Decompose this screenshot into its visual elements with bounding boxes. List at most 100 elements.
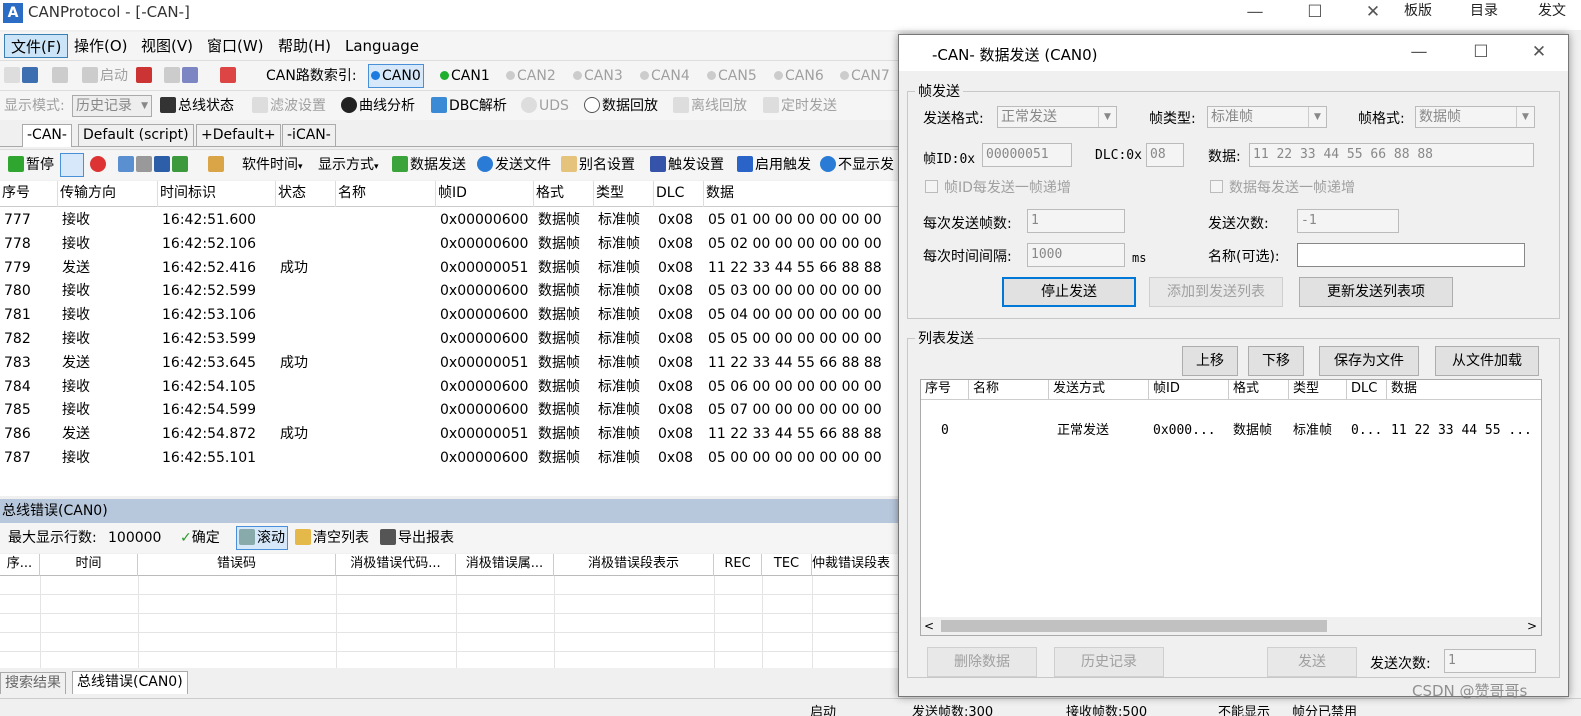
no-display-button[interactable]: 不显示发 xyxy=(820,155,894,175)
dialog-close-icon[interactable]: ✕ xyxy=(1519,40,1559,64)
menu-operate[interactable]: 操作(O) xyxy=(68,34,134,58)
pause-button[interactable]: 暂停 xyxy=(8,155,54,175)
channel-can4[interactable]: CAN4 xyxy=(640,66,690,86)
close-icon[interactable]: ✕ xyxy=(1353,0,1393,24)
column-header[interactable]: REC xyxy=(714,554,762,576)
alias-button[interactable]: 别名设置 xyxy=(561,155,635,175)
menu-window[interactable]: 窗口(W) xyxy=(201,34,270,58)
column-header[interactable]: 消极错误代码... xyxy=(336,554,456,576)
copy-icon[interactable] xyxy=(118,156,134,172)
package-icon[interactable] xyxy=(208,156,224,172)
name-input[interactable] xyxy=(1297,243,1525,267)
menu-file[interactable]: 文件(F) xyxy=(4,34,69,58)
curve-analysis-button[interactable]: 曲线分析 xyxy=(341,96,415,116)
update-list-item-button[interactable]: 更新发送列表项 xyxy=(1299,277,1453,307)
save-to-file-button[interactable]: 保存为文件 xyxy=(1319,346,1419,376)
table-row[interactable]: 779 发送 16:42:52.416 成功 0x00000051 数据帧 标准帧 0x08 1… xyxy=(0,256,900,280)
dialog-minimize-icon[interactable]: — xyxy=(1399,40,1439,64)
scroll-left-icon[interactable]: < xyxy=(924,619,934,633)
minimize-icon[interactable]: — xyxy=(1235,0,1275,24)
data-input[interactable]: 11 22 33 44 55 66 88 88 xyxy=(1249,143,1534,167)
list-column-header[interactable]: DLC xyxy=(1347,380,1387,400)
software-time-dropdown[interactable]: 软件时间▾ xyxy=(242,155,303,175)
channel-can6[interactable]: CAN6 xyxy=(774,66,824,86)
list-column-header[interactable]: 名称 xyxy=(969,380,1049,400)
table-row[interactable]: 780 接收 16:42:52.599 0x00000600 数据帧 标准帧 0x08 05 … xyxy=(0,279,900,303)
send-format-select[interactable]: 正常发送 ▼ xyxy=(997,106,1117,128)
new-icon[interactable] xyxy=(4,67,20,83)
channel-can5[interactable]: CAN5 xyxy=(707,66,757,86)
timed-send-button[interactable]: 定时发送 xyxy=(763,96,837,116)
data-replay-button[interactable]: 数据回放 xyxy=(584,96,658,116)
menu-view[interactable]: 视图(V) xyxy=(135,34,199,58)
person-icon[interactable] xyxy=(136,67,152,83)
column-header[interactable]: 时间 xyxy=(40,554,138,576)
column-header[interactable]: 名称 xyxy=(336,181,436,207)
dialog-maximize-icon[interactable]: ☐ xyxy=(1461,40,1501,64)
list-column-header[interactable]: 发送方式 xyxy=(1049,380,1149,400)
column-header[interactable]: 仲裁错误段表 xyxy=(812,554,900,576)
tab-default-script[interactable]: Default (script) xyxy=(78,124,194,146)
frame-type-select[interactable]: 标准帧 ▼ xyxy=(1207,106,1327,128)
channel-can3[interactable]: CAN3 xyxy=(573,66,623,86)
data-increment-checkbox[interactable] xyxy=(1210,180,1223,193)
bus-status-button[interactable]: 总线状态 xyxy=(160,96,234,116)
list-row[interactable]: 0 正常发送 0x000... 数据帧 标准帧 0... 11 22 33 44… xyxy=(921,400,1541,438)
column-header[interactable]: 序... xyxy=(0,554,40,576)
tab-can[interactable]: -CAN- xyxy=(22,124,72,147)
channel-can7[interactable]: CAN7 xyxy=(840,66,890,86)
bottom-send-count-input[interactable]: 1 xyxy=(1444,649,1536,673)
column-header[interactable]: 传输方向 xyxy=(58,181,158,207)
channel-can1[interactable]: CAN1 xyxy=(440,66,490,86)
send-count-input[interactable]: -1 xyxy=(1297,209,1399,233)
menu-language[interactable]: Language xyxy=(339,34,425,58)
export-report-button[interactable]: 导出报表 xyxy=(380,528,454,548)
list-column-header[interactable]: 数据 xyxy=(1387,380,1541,400)
history-button[interactable]: 历史记录 xyxy=(1054,647,1164,677)
table-row[interactable]: 777 接收 16:42:51.600 0x00000600 数据帧 标准帧 0x08 05 … xyxy=(0,208,900,232)
column-header[interactable]: 状态 xyxy=(276,181,336,207)
column-header[interactable]: 帧ID xyxy=(436,181,534,207)
book-icon[interactable] xyxy=(182,67,198,83)
stop-send-button[interactable]: 停止发送 xyxy=(1002,277,1136,307)
filter-red-icon[interactable] xyxy=(220,67,236,83)
tab-search-results[interactable]: 搜索结果 xyxy=(0,672,66,694)
max-rows-input[interactable]: 100000 xyxy=(108,528,161,548)
id-increment-checkbox[interactable] xyxy=(925,180,938,193)
refresh-icon[interactable] xyxy=(60,153,84,177)
column-header[interactable]: 消极错误段表示 xyxy=(554,554,714,576)
trigger-settings-button[interactable]: 触发设置 xyxy=(650,155,724,175)
find-icon[interactable] xyxy=(136,156,152,172)
record-icon[interactable] xyxy=(90,156,106,172)
column-header[interactable]: 格式 xyxy=(534,181,594,207)
list-column-header[interactable]: 帧ID xyxy=(1149,380,1229,400)
tab-default-plus[interactable]: +Default+ xyxy=(196,124,281,146)
scroll-toggle[interactable]: 滚动 xyxy=(236,526,288,550)
table-row[interactable]: 786 发送 16:42:54.872 成功 0x00000051 数据帧 标准帧 0x08 1… xyxy=(0,422,900,446)
table-row[interactable]: 778 接收 16:42:52.106 0x00000600 数据帧 标准帧 0x08 05 … xyxy=(0,232,900,256)
clear-list-button[interactable]: 清空列表 xyxy=(295,528,369,548)
display-mode-select[interactable]: 历史记录 ▼ xyxy=(72,95,152,117)
channel-can2[interactable]: CAN2 xyxy=(506,66,556,86)
data-send-button[interactable]: 数据发送 xyxy=(392,155,466,175)
move-up-button[interactable]: 上移 xyxy=(1182,346,1238,376)
column-header[interactable]: 类型 xyxy=(594,181,654,207)
uds-button[interactable]: UDS xyxy=(521,96,569,116)
add-to-list-button[interactable]: 添加到发送列表 xyxy=(1149,277,1283,307)
column-header[interactable]: 消极错误属... xyxy=(456,554,554,576)
link-icon[interactable] xyxy=(164,67,180,83)
send-button[interactable]: 发送 xyxy=(1267,647,1357,677)
dbc-parse-button[interactable]: DBC解析 xyxy=(431,96,507,116)
frame-format-select[interactable]: 数据帧 ▼ xyxy=(1415,106,1535,128)
save-icon[interactable] xyxy=(22,67,38,83)
table-row[interactable]: 784 接收 16:42:54.105 0x00000600 数据帧 标准帧 0x08 05 … xyxy=(0,375,900,399)
confirm-button[interactable]: ✓确定 xyxy=(180,528,220,548)
scrollbar-thumb[interactable] xyxy=(941,620,1327,632)
column-header[interactable]: 时间标识 xyxy=(158,181,276,207)
move-down-button[interactable]: 下移 xyxy=(1248,346,1304,376)
tab-ican[interactable]: -iCAN- xyxy=(282,124,336,146)
table-row[interactable]: 787 接收 16:42:55.101 0x00000600 数据帧 标准帧 0x08 05 … xyxy=(0,446,900,470)
save-data-icon[interactable] xyxy=(154,156,170,172)
list-column-header[interactable]: 序号 xyxy=(921,380,969,400)
frames-per-send-input[interactable]: 1 xyxy=(1027,209,1125,233)
